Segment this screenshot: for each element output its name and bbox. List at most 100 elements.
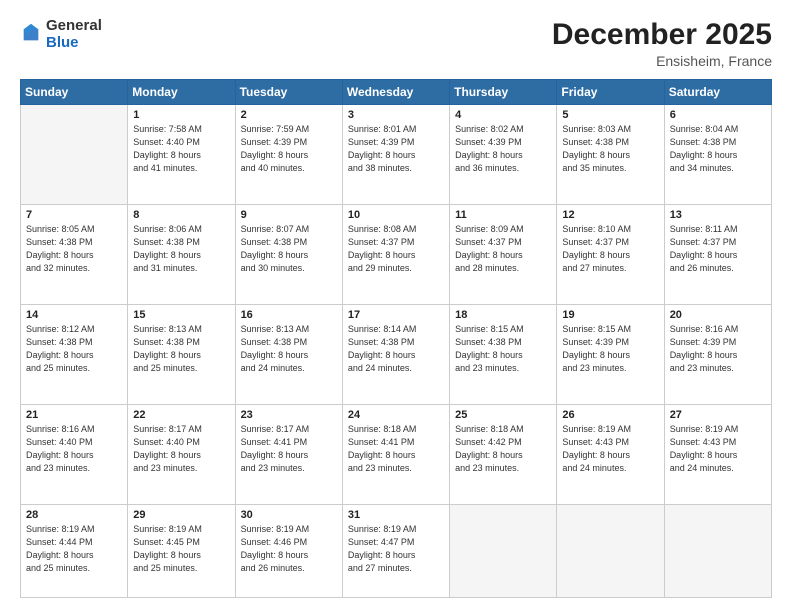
day-info: Sunrise: 8:19 AMSunset: 4:43 PMDaylight:…: [670, 423, 766, 475]
day-info: Sunrise: 8:17 AMSunset: 4:41 PMDaylight:…: [241, 423, 337, 475]
day-number: 28: [26, 509, 122, 521]
day-number: 20: [670, 309, 766, 321]
sunrise-text: Sunrise: 8:12 AM: [26, 324, 95, 334]
sunrise-text: Sunrise: 8:17 AM: [241, 424, 310, 434]
day-info: Sunrise: 8:19 AMSunset: 4:45 PMDaylight:…: [133, 523, 229, 575]
daylight-text-cont: and 23 minutes.: [133, 463, 197, 473]
day-number: 22: [133, 409, 229, 421]
daylight-text-cont: and 30 minutes.: [241, 263, 305, 273]
daylight-text-cont: and 35 minutes.: [562, 163, 626, 173]
daylight-text: Daylight: 8 hours: [670, 450, 738, 460]
day-number: 29: [133, 509, 229, 521]
sunset-text: Sunset: 4:41 PM: [348, 437, 415, 447]
sunrise-text: Sunrise: 8:19 AM: [670, 424, 739, 434]
table-row: [664, 504, 771, 597]
calendar-table: Sunday Monday Tuesday Wednesday Thursday…: [20, 79, 772, 598]
daylight-text-cont: and 23 minutes.: [26, 463, 90, 473]
sunset-text: Sunset: 4:38 PM: [241, 237, 308, 247]
sunrise-text: Sunrise: 8:05 AM: [26, 224, 95, 234]
daylight-text-cont: and 26 minutes.: [241, 563, 305, 573]
daylight-text-cont: and 24 minutes.: [241, 363, 305, 373]
day-number: 2: [241, 109, 337, 121]
sunrise-text: Sunrise: 8:02 AM: [455, 124, 524, 134]
header-wednesday: Wednesday: [342, 80, 449, 105]
day-info: Sunrise: 8:01 AMSunset: 4:39 PMDaylight:…: [348, 123, 444, 175]
daylight-text: Daylight: 8 hours: [455, 450, 523, 460]
table-row: 11Sunrise: 8:09 AMSunset: 4:37 PMDayligh…: [450, 204, 557, 304]
daylight-text: Daylight: 8 hours: [26, 550, 94, 560]
daylight-text: Daylight: 8 hours: [133, 250, 201, 260]
day-info: Sunrise: 8:18 AMSunset: 4:42 PMDaylight:…: [455, 423, 551, 475]
sunset-text: Sunset: 4:38 PM: [241, 337, 308, 347]
daylight-text: Daylight: 8 hours: [455, 350, 523, 360]
table-row: 7Sunrise: 8:05 AMSunset: 4:38 PMDaylight…: [21, 204, 128, 304]
sunset-text: Sunset: 4:47 PM: [348, 537, 415, 547]
sunset-text: Sunset: 4:40 PM: [133, 437, 200, 447]
table-row: 22 Sunrise: 8:17 AMSunset: 4:40 PMDayligh…: [128, 404, 235, 504]
header-monday: Monday: [128, 80, 235, 105]
day-info: Sunrise: 8:04 AMSunset: 4:38 PMDaylight:…: [670, 123, 766, 175]
sunset-text: Sunset: 4:39 PM: [241, 137, 308, 147]
day-info: Sunrise: 8:15 AMSunset: 4:38 PMDaylight:…: [455, 323, 551, 375]
sunset-text: Sunset: 4:38 PM: [670, 137, 737, 147]
daylight-text-cont: and 25 minutes.: [133, 363, 197, 373]
day-number: 9: [241, 209, 337, 221]
sunrise-text: Sunrise: 8:01 AM: [348, 124, 417, 134]
sunset-text: Sunset: 4:44 PM: [26, 537, 93, 547]
daylight-text-cont: and 23 minutes.: [241, 463, 305, 473]
sunrise-text: Sunrise: 8:15 AM: [455, 324, 524, 334]
sunset-text: Sunset: 4:38 PM: [133, 237, 200, 247]
day-number: 13: [670, 209, 766, 221]
location-subtitle: Ensisheim, France: [552, 53, 772, 69]
daylight-text: Daylight: 8 hours: [26, 350, 94, 360]
table-row: 20 Sunrise: 8:16 AMSunset: 4:39 PMDayligh…: [664, 304, 771, 404]
sunset-text: Sunset: 4:39 PM: [670, 337, 737, 347]
daylight-text-cont: and 24 minutes.: [670, 463, 734, 473]
daylight-text: Daylight: 8 hours: [241, 350, 309, 360]
daylight-text: Daylight: 8 hours: [562, 350, 630, 360]
day-info: Sunrise: 8:17 AMSunset: 4:40 PMDaylight:…: [133, 423, 229, 475]
table-row: 30Sunrise: 8:19 AMSunset: 4:46 PMDayligh…: [235, 504, 342, 597]
day-number: 27: [670, 409, 766, 421]
day-number: 25: [455, 409, 551, 421]
table-row: 3Sunrise: 8:01 AMSunset: 4:39 PMDaylight…: [342, 105, 449, 205]
table-row: 29 Sunrise: 8:19 AMSunset: 4:45 PMDayligh…: [128, 504, 235, 597]
sunset-text: Sunset: 4:38 PM: [562, 137, 629, 147]
day-number: 21: [26, 409, 122, 421]
daylight-text-cont: and 26 minutes.: [670, 263, 734, 273]
daylight-text: Daylight: 8 hours: [133, 550, 201, 560]
table-row: 28 Sunrise: 8:19 AM Sunset: 4:44 PM Dayligh…: [21, 504, 128, 597]
table-row: [557, 504, 664, 597]
sunrise-text: Sunrise: 8:19 AM: [562, 424, 631, 434]
day-number: 11: [455, 209, 551, 221]
day-number: 31: [348, 509, 444, 521]
table-row: 15Sunrise: 8:13 AMSunset: 4:38 PMDayligh…: [128, 304, 235, 404]
sunset-text: Sunset: 4:40 PM: [26, 437, 93, 447]
daylight-text-cont: and 25 minutes.: [26, 363, 90, 373]
sunrise-text: Sunrise: 8:19 AM: [26, 524, 95, 534]
table-row: 21Sunrise: 8:16 AMSunset: 4:40 PMDayligh…: [21, 404, 128, 504]
sunrise-text: Sunrise: 8:04 AM: [670, 124, 739, 134]
sunset-text: Sunset: 4:37 PM: [670, 237, 737, 247]
header-thursday: Thursday: [450, 80, 557, 105]
header-saturday: Saturday: [664, 80, 771, 105]
daylight-text: Daylight: 8 hours: [348, 350, 416, 360]
sunrise-text: Sunrise: 8:16 AM: [26, 424, 95, 434]
daylight-text-cont: and 24 minutes.: [348, 363, 412, 373]
daylight-text-cont: and 23 minutes.: [348, 463, 412, 473]
sunset-text: Sunset: 4:37 PM: [455, 237, 522, 247]
table-row: 4Sunrise: 8:02 AMSunset: 4:39 PMDaylight…: [450, 105, 557, 205]
daylight-text: Daylight: 8 hours: [670, 350, 738, 360]
day-info: Sunrise: 8:19 AM Sunset: 4:44 PM Daylight:…: [26, 523, 122, 575]
day-info: Sunrise: 8:16 AMSunset: 4:39 PMDaylight:…: [670, 323, 766, 375]
table-row: [450, 504, 557, 597]
table-row: 9Sunrise: 8:07 AMSunset: 4:38 PMDaylight…: [235, 204, 342, 304]
daylight-text: Daylight: 8 hours: [241, 150, 309, 160]
sunrise-text: Sunrise: 8:18 AM: [348, 424, 417, 434]
sunrise-text: Sunrise: 8:14 AM: [348, 324, 417, 334]
daylight-text: Daylight: 8 hours: [670, 250, 738, 260]
sunset-text: Sunset: 4:38 PM: [26, 337, 93, 347]
daylight-text: Daylight: 8 hours: [455, 250, 523, 260]
table-row: 1Sunrise: 7:58 AMSunset: 4:40 PMDaylight…: [128, 105, 235, 205]
daylight-text: Daylight: 8 hours: [133, 450, 201, 460]
